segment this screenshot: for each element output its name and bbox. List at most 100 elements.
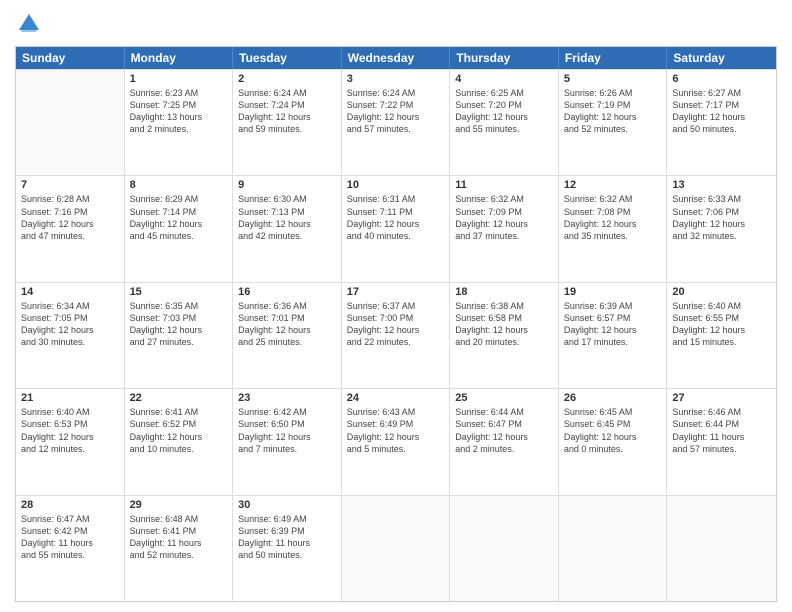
- cal-cell: 15 Sunrise: 6:35 AM Sunset: 7:03 PM Dayli…: [125, 283, 234, 388]
- day-info: Sunrise: 6:43 AM Sunset: 6:49 PM Dayligh…: [347, 406, 445, 455]
- logo: [15, 10, 47, 38]
- header-cell-tuesday: Tuesday: [233, 47, 342, 69]
- cal-cell: 5 Sunrise: 6:26 AM Sunset: 7:19 PM Daylig…: [559, 70, 668, 175]
- day-number: 18: [455, 286, 553, 298]
- day-number: 17: [347, 286, 445, 298]
- cal-cell: 16 Sunrise: 6:36 AM Sunset: 7:01 PM Dayli…: [233, 283, 342, 388]
- cal-cell: 6 Sunrise: 6:27 AM Sunset: 7:17 PM Daylig…: [667, 70, 776, 175]
- day-number: 16: [238, 286, 336, 298]
- day-number: 29: [130, 499, 228, 511]
- cal-cell: 11Sunrise: 6:32 AM Sunset: 7:09 PM Dayli…: [450, 176, 559, 281]
- day-number: 20: [672, 286, 771, 298]
- cal-cell: 3Sunrise: 6:24 AM Sunset: 7:22 PM Daylig…: [342, 70, 451, 175]
- day-info: Sunrise: 6:44 AM Sunset: 6:47 PM Dayligh…: [455, 406, 553, 455]
- day-info: Sunrise: 6:30 AM Sunset: 7:13 PM Dayligh…: [238, 193, 336, 242]
- day-info: Sunrise: 6:25 AM Sunset: 7:20 PM Dayligh…: [455, 87, 553, 136]
- cal-cell: 21Sunrise: 6:40 AM Sunset: 6:53 PM Dayli…: [16, 389, 125, 494]
- day-info: Sunrise: 6:35 AM Sunset: 7:03 PM Dayligh…: [130, 300, 228, 349]
- day-info: Sunrise: 6:32 AM Sunset: 7:08 PM Dayligh…: [564, 193, 662, 242]
- cal-cell: [342, 496, 451, 601]
- week-row-5: 28Sunrise: 6:47 AM Sunset: 6:42 PM Dayli…: [16, 495, 776, 601]
- day-info: Sunrise: 6:39 AM Sunset: 6:57 PM Dayligh…: [564, 300, 662, 349]
- day-number: 15: [130, 286, 228, 298]
- cal-cell: [559, 496, 668, 601]
- day-number: 23: [238, 392, 336, 404]
- cal-cell: 24 Sunrise: 6:43 AM Sunset: 6:49 PM Dayli…: [342, 389, 451, 494]
- day-number: 6: [672, 73, 771, 85]
- cal-cell: 23 Sunrise: 6:42 AM Sunset: 6:50 PM Dayli…: [233, 389, 342, 494]
- cal-cell: 30 Sunrise: 6:49 AM Sunset: 6:39 PM Dayli…: [233, 496, 342, 601]
- week-row-3: 14Sunrise: 6:34 AM Sunset: 7:05 PM Dayli…: [16, 282, 776, 388]
- cal-cell: 22 Sunrise: 6:41 AM Sunset: 6:52 PM Dayli…: [125, 389, 234, 494]
- header-cell-friday: Friday: [559, 47, 668, 69]
- day-number: 26: [564, 392, 662, 404]
- day-number: 12: [564, 179, 662, 191]
- day-info: Sunrise: 6:40 AM Sunset: 6:53 PM Dayligh…: [21, 406, 119, 455]
- cal-cell: 9Sunrise: 6:30 AM Sunset: 7:13 PM Daylig…: [233, 176, 342, 281]
- day-info: Sunrise: 6:49 AM Sunset: 6:39 PM Dayligh…: [238, 513, 336, 562]
- day-info: Sunrise: 6:33 AM Sunset: 7:06 PM Dayligh…: [672, 193, 771, 242]
- day-info: Sunrise: 6:36 AM Sunset: 7:01 PM Dayligh…: [238, 300, 336, 349]
- cal-cell: 14Sunrise: 6:34 AM Sunset: 7:05 PM Dayli…: [16, 283, 125, 388]
- header: [15, 10, 777, 38]
- week-row-4: 21Sunrise: 6:40 AM Sunset: 6:53 PM Dayli…: [16, 388, 776, 494]
- calendar-body: 1 Sunrise: 6:23 AM Sunset: 7:25 PM Daylig…: [16, 69, 776, 601]
- day-number: 5: [564, 73, 662, 85]
- calendar-header-row: SundayMondayTuesdayWednesdayThursdayFrid…: [16, 47, 776, 69]
- day-number: 2: [238, 73, 336, 85]
- day-info: Sunrise: 6:38 AM Sunset: 6:58 PM Dayligh…: [455, 300, 553, 349]
- day-number: 13: [672, 179, 771, 191]
- day-info: Sunrise: 6:26 AM Sunset: 7:19 PM Dayligh…: [564, 87, 662, 136]
- cal-cell: 27 Sunrise: 6:46 AM Sunset: 6:44 PM Dayli…: [667, 389, 776, 494]
- header-cell-saturday: Saturday: [667, 47, 776, 69]
- day-info: Sunrise: 6:42 AM Sunset: 6:50 PM Dayligh…: [238, 406, 336, 455]
- day-info: Sunrise: 6:41 AM Sunset: 6:52 PM Dayligh…: [130, 406, 228, 455]
- cal-cell: 17 Sunrise: 6:37 AM Sunset: 7:00 PM Dayli…: [342, 283, 451, 388]
- day-number: 8: [130, 179, 228, 191]
- cal-cell: 12 Sunrise: 6:32 AM Sunset: 7:08 PM Dayli…: [559, 176, 668, 281]
- day-info: Sunrise: 6:27 AM Sunset: 7:17 PM Dayligh…: [672, 87, 771, 136]
- cal-cell: 7 Sunrise: 6:28 AM Sunset: 7:16 PM Daylig…: [16, 176, 125, 281]
- day-number: 30: [238, 499, 336, 511]
- cal-cell: 20 Sunrise: 6:40 AM Sunset: 6:55 PM Dayli…: [667, 283, 776, 388]
- day-number: 28: [21, 499, 119, 511]
- day-info: Sunrise: 6:24 AM Sunset: 7:24 PM Dayligh…: [238, 87, 336, 136]
- day-number: 7: [21, 179, 119, 191]
- cal-cell: 10 Sunrise: 6:31 AM Sunset: 7:11 PM Dayli…: [342, 176, 451, 281]
- day-info: Sunrise: 6:23 AM Sunset: 7:25 PM Dayligh…: [130, 87, 228, 136]
- cal-cell: 25 Sunrise: 6:44 AM Sunset: 6:47 PM Dayli…: [450, 389, 559, 494]
- day-info: Sunrise: 6:31 AM Sunset: 7:11 PM Dayligh…: [347, 193, 445, 242]
- header-cell-wednesday: Wednesday: [342, 47, 451, 69]
- calendar-page: SundayMondayTuesdayWednesdayThursdayFrid…: [0, 0, 792, 612]
- day-number: 4: [455, 73, 553, 85]
- cal-cell: 8 Sunrise: 6:29 AM Sunset: 7:14 PM Daylig…: [125, 176, 234, 281]
- day-info: Sunrise: 6:48 AM Sunset: 6:41 PM Dayligh…: [130, 513, 228, 562]
- cal-cell: [16, 70, 125, 175]
- day-number: 10: [347, 179, 445, 191]
- day-number: 27: [672, 392, 771, 404]
- day-number: 24: [347, 392, 445, 404]
- cal-cell: 2 Sunrise: 6:24 AM Sunset: 7:24 PM Daylig…: [233, 70, 342, 175]
- cal-cell: 13 Sunrise: 6:33 AM Sunset: 7:06 PM Dayli…: [667, 176, 776, 281]
- day-info: Sunrise: 6:32 AM Sunset: 7:09 PM Dayligh…: [455, 193, 553, 242]
- day-info: Sunrise: 6:28 AM Sunset: 7:16 PM Dayligh…: [21, 193, 119, 242]
- header-cell-monday: Monday: [125, 47, 234, 69]
- logo-icon: [15, 10, 43, 38]
- cal-cell: 26Sunrise: 6:45 AM Sunset: 6:45 PM Dayli…: [559, 389, 668, 494]
- cal-cell: 4 Sunrise: 6:25 AM Sunset: 7:20 PM Daylig…: [450, 70, 559, 175]
- day-number: 25: [455, 392, 553, 404]
- day-info: Sunrise: 6:29 AM Sunset: 7:14 PM Dayligh…: [130, 193, 228, 242]
- day-info: Sunrise: 6:40 AM Sunset: 6:55 PM Dayligh…: [672, 300, 771, 349]
- cal-cell: 1 Sunrise: 6:23 AM Sunset: 7:25 PM Daylig…: [125, 70, 234, 175]
- cal-cell: 29 Sunrise: 6:48 AM Sunset: 6:41 PM Dayli…: [125, 496, 234, 601]
- day-info: Sunrise: 6:37 AM Sunset: 7:00 PM Dayligh…: [347, 300, 445, 349]
- cal-cell: 18 Sunrise: 6:38 AM Sunset: 6:58 PM Dayli…: [450, 283, 559, 388]
- week-row-1: 1 Sunrise: 6:23 AM Sunset: 7:25 PM Daylig…: [16, 69, 776, 175]
- header-cell-sunday: Sunday: [16, 47, 125, 69]
- week-row-2: 7 Sunrise: 6:28 AM Sunset: 7:16 PM Daylig…: [16, 175, 776, 281]
- day-info: Sunrise: 6:46 AM Sunset: 6:44 PM Dayligh…: [672, 406, 771, 455]
- day-number: 1: [130, 73, 228, 85]
- day-info: Sunrise: 6:34 AM Sunset: 7:05 PM Dayligh…: [21, 300, 119, 349]
- day-number: 22: [130, 392, 228, 404]
- calendar: SundayMondayTuesdayWednesdayThursdayFrid…: [15, 46, 777, 602]
